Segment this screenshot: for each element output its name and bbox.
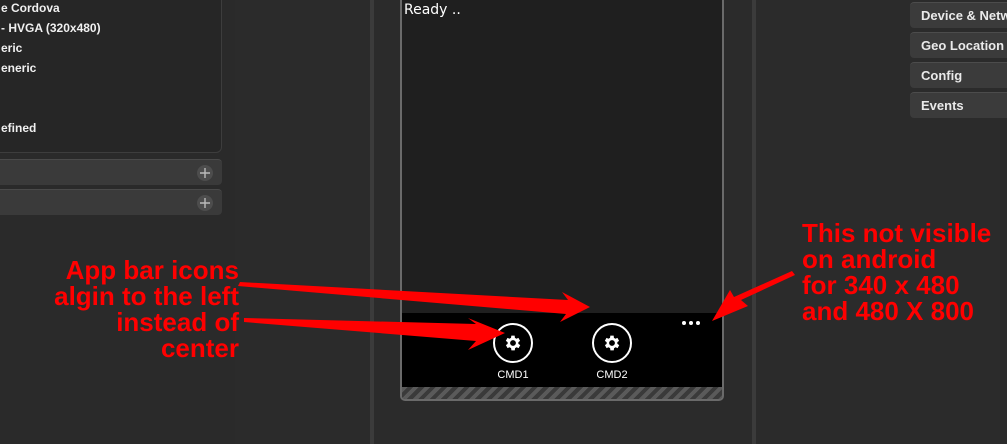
info-line-3: eric	[1, 41, 23, 55]
annotation-right: This not visible on android for 340 x 48…	[802, 220, 991, 324]
info-line-4: eneric	[1, 61, 37, 75]
gear-icon	[592, 323, 632, 363]
device-network-button[interactable]: Device & Netw	[910, 2, 1007, 28]
cmd1-button[interactable]: CMD1	[483, 323, 543, 383]
geo-location-button[interactable]: Geo Location	[910, 32, 1007, 58]
annotation-right-line-3: for 340 x 480	[802, 270, 960, 300]
annotation-left: App bar icons algin to the left instead …	[54, 257, 239, 361]
annotation-right-line-1: This not visible	[802, 218, 992, 248]
accordion-header-1[interactable]	[0, 159, 222, 185]
panel-divider-left	[370, 0, 374, 444]
ellipsis-icon[interactable]	[682, 319, 706, 327]
annotation-right-line-4: and 480 X 800	[802, 296, 974, 326]
panel-divider-right	[752, 0, 756, 444]
device-info-box: e Cordova - HVGA (320x480) eric eneric e…	[0, 0, 222, 153]
annotation-left-line-3: instead of	[116, 307, 239, 337]
info-device: - HVGA (320x480)	[1, 21, 101, 35]
annotation-left-line-2: algin to the left	[54, 281, 239, 311]
config-button[interactable]: Config	[910, 62, 1007, 88]
annotation-right-line-2: on android	[802, 244, 937, 274]
info-line-5: efined	[1, 121, 37, 135]
left-panel: e Cordova - HVGA (320x480) eric eneric e…	[0, 0, 235, 444]
cmd2-label: CMD2	[596, 369, 628, 381]
phone-emulator: Ready .. CMD1 CMD2	[400, 0, 724, 401]
accordion-header-2[interactable]	[0, 189, 222, 215]
status-text: Ready ..	[404, 2, 461, 18]
move-icon[interactable]	[197, 165, 213, 181]
cmd2-button[interactable]: CMD2	[582, 323, 642, 383]
annotation-left-line-1: App bar icons	[65, 255, 239, 285]
gear-icon	[493, 323, 533, 363]
info-platform: e Cordova	[1, 1, 60, 15]
annotation-left-line-4: center	[160, 333, 239, 363]
move-icon[interactable]	[197, 195, 213, 211]
events-button[interactable]: Events	[910, 92, 1007, 118]
cmd1-label: CMD1	[497, 369, 529, 381]
phone-bottom-bar	[402, 387, 722, 399]
app-bar: CMD1 CMD2	[402, 313, 722, 389]
